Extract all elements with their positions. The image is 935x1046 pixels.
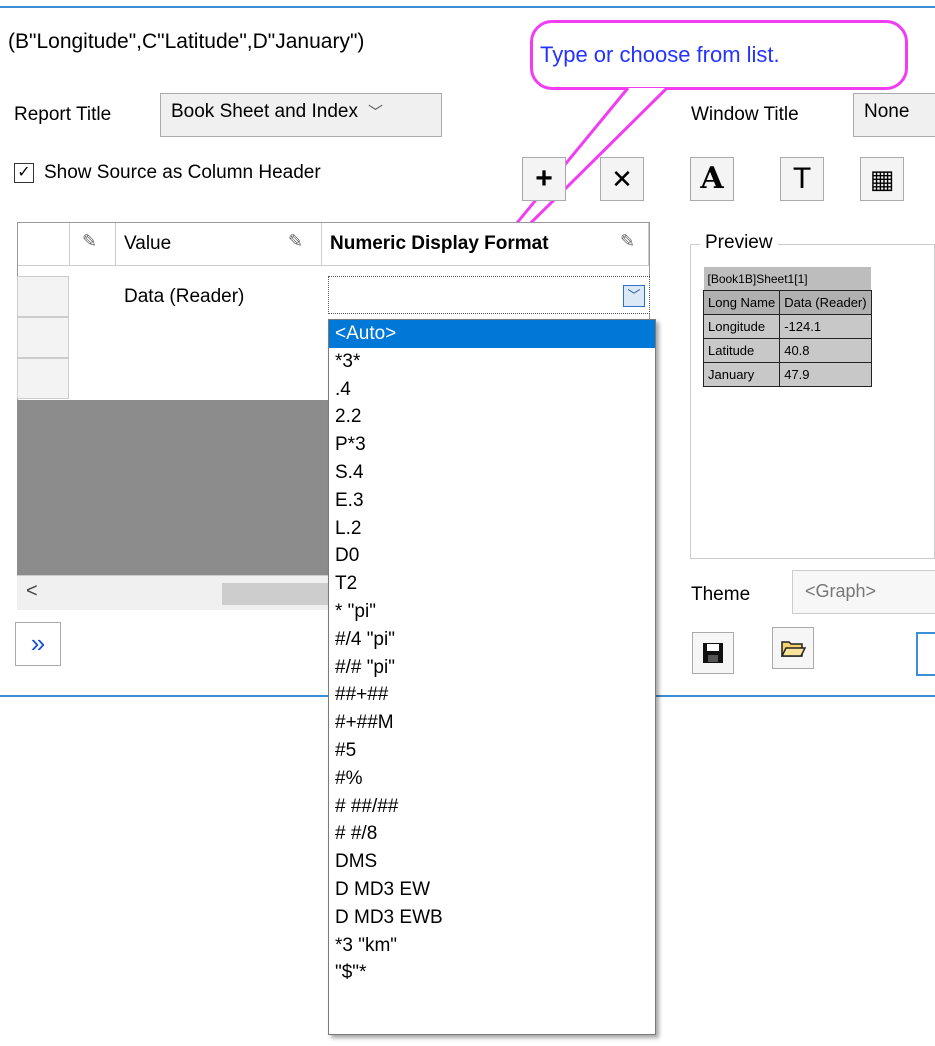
dropdown-item[interactable]: #5 <box>329 737 655 765</box>
callout-text: Type or choose from list. <box>540 42 780 67</box>
theme-label: Theme <box>691 584 751 605</box>
dropdown-item[interactable]: ##+## <box>329 681 655 709</box>
chevron-down-icon[interactable]: ﹀ <box>623 285 645 307</box>
grid-header-format[interactable]: Numeric Display Format ✎ <box>322 223 649 266</box>
open-theme-button[interactable] <box>772 627 814 669</box>
dropdown-item[interactable]: D MD3 EWB <box>329 904 655 932</box>
scroll-left-icon[interactable]: < <box>26 580 38 603</box>
text-icon[interactable]: T <box>780 157 824 201</box>
dropdown-item[interactable]: *3 "km" <box>329 932 655 960</box>
window-title-label: Window Title <box>691 104 799 125</box>
header-format-label: Numeric Display Format <box>330 233 549 254</box>
preview-label: Preview <box>700 232 778 254</box>
row-header-1[interactable] <box>17 276 69 317</box>
format-edit-field[interactable] <box>328 276 650 314</box>
delete-row-button[interactable]: ✕ <box>600 157 644 201</box>
dropdown-item[interactable]: DMS <box>329 848 655 876</box>
preview-cell: January <box>702 362 781 387</box>
dropdown-item[interactable]: #% <box>329 765 655 793</box>
chevron-down-icon: ﹀ <box>367 104 383 121</box>
scroll-thumb[interactable] <box>222 583 332 605</box>
report-title-select[interactable]: Book Sheet and Index ﹀ <box>160 93 442 137</box>
preview-cell: 40.8 <box>779 338 872 363</box>
dropdown-item[interactable]: <Auto> <box>329 320 655 348</box>
dropdown-item[interactable]: # #/8 <box>329 820 655 848</box>
preview-cell: Longitude <box>702 314 781 339</box>
dropdown-item[interactable]: L.2 <box>329 515 655 543</box>
preview-head-cell: Data (Reader) <box>779 290 872 315</box>
dropdown-item[interactable]: D0 <box>329 542 655 570</box>
preview-head-cell: Long Name <box>702 290 781 315</box>
dropdown-item[interactable]: E.3 <box>329 487 655 515</box>
dropdown-item[interactable]: # ##/## <box>329 793 655 821</box>
dropdown-item[interactable]: S.4 <box>329 459 655 487</box>
table-icon[interactable]: ▦ <box>860 157 904 201</box>
preview-caption: [Book1B]Sheet1[1] <box>703 267 872 291</box>
pin-icon: ✎ <box>620 231 636 251</box>
show-source-label: Show Source as Column Header <box>44 162 321 183</box>
preview-cell: -124.1 <box>779 314 872 339</box>
dropdown-item[interactable]: T2 <box>329 570 655 598</box>
show-source-checkbox[interactable]: ✓ <box>14 163 34 183</box>
dropdown-item[interactable]: * "pi" <box>329 598 655 626</box>
dropdown-item[interactable]: .4 <box>329 376 655 404</box>
dropdown-item[interactable]: #/# "pi" <box>329 654 655 682</box>
row-header-2[interactable] <box>17 317 69 358</box>
dropdown-item[interactable]: P*3 <box>329 431 655 459</box>
dropdown-item[interactable]: *3* <box>329 348 655 376</box>
grid-header-value[interactable]: Value ✎ <box>116 223 322 266</box>
preview-table: [Book1B]Sheet1[1] Long Name Data (Reader… <box>702 267 872 387</box>
dropdown-item[interactable]: #/4 "pi" <box>329 626 655 654</box>
pin-icon: ✎ <box>288 231 304 251</box>
font-icon[interactable]: A <box>690 157 734 201</box>
ok-button-partial[interactable] <box>916 632 935 676</box>
dropdown-item[interactable]: D MD3 EW <box>329 876 655 904</box>
dropdown-item[interactable]: "$"* <box>329 959 655 987</box>
row1-value[interactable]: Data (Reader) <box>124 286 244 308</box>
grid-pin-col[interactable]: ✎ <box>70 223 116 266</box>
preview-cell: Latitude <box>702 338 781 363</box>
preview-cell: 47.9 <box>779 362 872 387</box>
header-value-label: Value <box>124 233 172 254</box>
grid-corner <box>18 223 70 266</box>
pin-icon: ✎ <box>82 231 98 251</box>
more-options-button[interactable]: » <box>15 622 61 666</box>
window-title-value: None <box>864 101 910 122</box>
dropdown-item[interactable]: #+##M <box>329 709 655 737</box>
save-icon <box>703 643 723 663</box>
theme-select[interactable]: <Graph> <box>792 570 935 614</box>
format-dropdown-list[interactable]: <Auto> *3* .4 2.2 P*3 S.4 E.3 L.2 D0 T2 … <box>328 319 656 1035</box>
report-title-label: Report Title <box>14 104 112 125</box>
dropdown-item[interactable]: 2.2 <box>329 403 655 431</box>
report-title-value: Book Sheet and Index <box>171 101 358 122</box>
add-row-button[interactable]: + <box>522 157 566 201</box>
save-theme-button[interactable] <box>692 632 734 674</box>
row-header-3[interactable] <box>17 358 69 399</box>
folder-open-icon <box>780 641 807 657</box>
window-title-select[interactable]: None <box>853 93 935 137</box>
